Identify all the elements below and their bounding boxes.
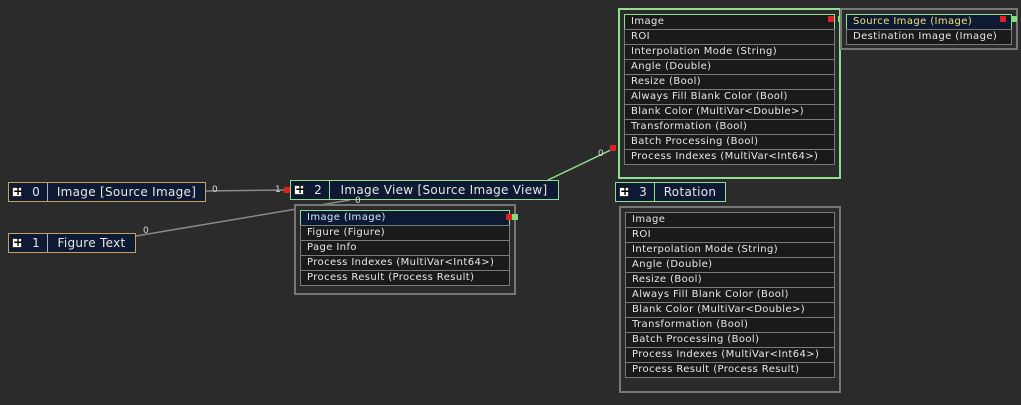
port-row[interactable]: Angle (Double): [624, 59, 835, 75]
panel-image-view-ports: Image (Image) Figure (Figure) Page Info Pro…: [294, 204, 516, 295]
port-row[interactable]: Resize (Bool): [625, 272, 835, 288]
port-row[interactable]: Process Indexes (MultiVar<Int64>): [624, 149, 835, 165]
port-row[interactable]: Interpolation Mode (String): [624, 44, 835, 60]
output-port-green[interactable]: [512, 214, 518, 220]
node-title: Image View [Source Image View]: [340, 183, 548, 197]
node-title: Image [Source Image]: [56, 185, 197, 199]
port-row[interactable]: ROI: [624, 29, 835, 45]
output-port-red[interactable]: [1000, 16, 1006, 22]
node-image-source[interactable]: 0 Image [Source Image]: [8, 182, 206, 202]
port-row[interactable]: Batch Processing (Bool): [625, 332, 835, 348]
expand-icon[interactable]: [11, 184, 24, 199]
input-port-red[interactable]: [828, 16, 834, 22]
panel-rotation-inputs-bottom: Image ROI Interpolation Mode (String) Angle…: [619, 206, 841, 393]
node-index: 3: [632, 183, 655, 201]
port-row[interactable]: Transformation (Bool): [625, 317, 835, 333]
link-label: 0: [598, 149, 604, 159]
port-row[interactable]: Page Info: [300, 240, 510, 256]
port-row[interactable]: Always Fill Blank Color (Bool): [624, 89, 835, 105]
port-row[interactable]: Interpolation Mode (String): [625, 242, 835, 258]
node-index: 0: [25, 183, 48, 201]
port-row[interactable]: Process Indexes (MultiVar<Int64>): [625, 347, 835, 363]
port-row[interactable]: ROI: [625, 227, 835, 243]
port-row[interactable]: Figure (Figure): [300, 225, 510, 241]
node-index: 2: [307, 181, 330, 199]
expand-icon[interactable]: [618, 184, 631, 199]
port-row[interactable]: Resize (Bool): [624, 74, 835, 90]
port-row[interactable]: Angle (Double): [625, 257, 835, 273]
panel-source-outputs: Source Image (Image) Destination Image (I…: [840, 8, 1018, 50]
port-row[interactable]: Process Indexes (MultiVar<Int64>): [300, 255, 510, 271]
port-row[interactable]: Destination Image (Image): [846, 29, 1012, 45]
node-title: Rotation: [663, 185, 717, 199]
port-row[interactable]: Image: [625, 212, 835, 228]
port-row[interactable]: Always Fill Blank Color (Bool): [625, 287, 835, 303]
port-row[interactable]: Blank Color (MultiVar<Double>): [625, 302, 835, 318]
output-port-green[interactable]: [1011, 16, 1017, 22]
panel-rotation-inputs-top: Image ROI Interpolation Mode (String) Angle…: [618, 8, 841, 179]
port-row[interactable]: Image: [624, 14, 835, 30]
link-out-label: 0: [143, 226, 149, 236]
link-in-label: 1: [275, 185, 281, 195]
connection-lines: [135, 147, 616, 237]
port-row[interactable]: Process Result (Process Result): [300, 270, 510, 286]
expand-icon[interactable]: [11, 235, 24, 250]
node-figure-text[interactable]: 1 Figure Text: [8, 233, 136, 253]
node-index: 1: [25, 234, 48, 252]
link-out-label: 0: [212, 185, 218, 195]
port-row[interactable]: Batch Processing (Bool): [624, 134, 835, 150]
port-row[interactable]: Image (Image): [300, 210, 510, 226]
node-graph-canvas[interactable]: 0 Image [Source Image] 0 1 1 Figure Text…: [0, 0, 1021, 405]
link-view-to-rotation[interactable]: [547, 147, 616, 181]
input-port-batch[interactable]: [610, 145, 616, 151]
port-row[interactable]: Process Result (Process Result): [625, 362, 835, 378]
port-row[interactable]: Source Image (Image): [846, 14, 1012, 30]
port-row[interactable]: Transformation (Bool): [624, 119, 835, 135]
node-image-view[interactable]: 2 Image View [Source Image View]: [290, 180, 559, 200]
node-title: Figure Text: [57, 236, 126, 250]
node-rotation[interactable]: 3 Rotation: [615, 182, 726, 202]
port-row[interactable]: Blank Color (MultiVar<Double>): [624, 104, 835, 120]
expand-icon[interactable]: [293, 182, 306, 197]
